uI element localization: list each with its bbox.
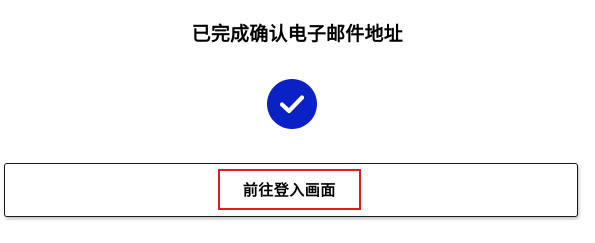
check-circle-icon xyxy=(267,79,317,129)
page-title: 已完成确认电子邮件地址 xyxy=(191,23,404,45)
go-to-login-button[interactable]: 前往登入画面 xyxy=(218,169,361,210)
checkmark-icon xyxy=(279,95,305,114)
login-card: 前往登入画面 xyxy=(4,163,578,217)
